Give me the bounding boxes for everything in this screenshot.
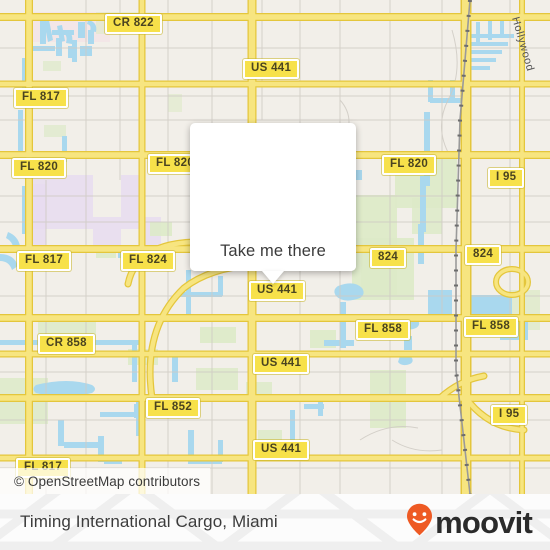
road-shield-label: 824 <box>473 248 494 260</box>
callout-accent-panel <box>190 123 356 231</box>
road-shield-label: FL 820 <box>156 157 195 169</box>
road-shield: I 95 <box>491 405 528 425</box>
road-shield-label: FL 824 <box>129 254 168 266</box>
road-shield-label: FL 817 <box>22 91 61 103</box>
road-shield-label: CR 822 <box>113 17 154 29</box>
attribution-text: © OpenStreetMap contributors <box>14 473 201 489</box>
road-shield-label: FL 858 <box>472 320 511 332</box>
road-shield: CR 822 <box>105 14 162 34</box>
road-shield: US 441 <box>253 440 310 460</box>
road-shield: FL 824 <box>121 251 176 271</box>
road-shield-label: US 441 <box>251 62 292 74</box>
road-shield-label: FL 820 <box>390 158 429 170</box>
road-shield: FL 852 <box>146 398 201 418</box>
road-shield-label: I 95 <box>496 171 517 183</box>
road-shield-label: FL 817 <box>25 254 64 266</box>
road-shield: FL 858 <box>356 320 411 340</box>
road-shield: FL 858 <box>464 317 519 337</box>
moovit-pin-icon <box>406 503 433 541</box>
map-attribution[interactable]: © OpenStreetMap contributors <box>0 468 211 494</box>
place-title: Timing International Cargo, Miami <box>20 512 278 531</box>
road-shield-label: US 441 <box>261 443 302 455</box>
road-shield: FL 817 <box>17 251 72 271</box>
map-pin-icon <box>251 148 295 206</box>
road-shield: I 95 <box>488 168 525 188</box>
callout-action-text: Take me there <box>220 241 326 260</box>
road-shield-label: US 441 <box>257 284 298 296</box>
moovit-logo[interactable]: moovit <box>406 503 533 541</box>
take-me-there-callout[interactable]: Take me there <box>190 123 356 284</box>
road-shield: 824 <box>465 245 502 265</box>
road-shield: US 441 <box>249 281 306 301</box>
road-shield-label: FL 858 <box>364 323 403 335</box>
moovit-map-screenshot: Hollywood CR 822 FL 817 US 441 FL 820 FL 820… <box>0 0 550 550</box>
road-shield-label: I 95 <box>499 408 520 420</box>
road-shield-label: FL 820 <box>20 161 59 173</box>
page-footer: Timing International Cargo, Miami moovit <box>0 494 550 550</box>
road-shield: US 441 <box>243 59 300 79</box>
moovit-wordmark: moovit <box>435 504 533 540</box>
road-shield-label: US 441 <box>261 357 302 369</box>
callout-action-label[interactable]: Take me there <box>190 231 356 284</box>
road-shield: FL 817 <box>14 88 69 108</box>
road-shield: 824 <box>370 248 407 268</box>
road-shield-label: FL 852 <box>154 401 193 413</box>
road-shield: US 441 <box>253 354 310 374</box>
road-shield: CR 858 <box>38 334 95 354</box>
road-shield: FL 820 <box>382 155 437 175</box>
callout-tail <box>262 271 284 284</box>
road-shield-label: CR 858 <box>46 337 87 349</box>
road-shield-label: 824 <box>378 251 399 263</box>
road-shield: FL 820 <box>12 158 67 178</box>
